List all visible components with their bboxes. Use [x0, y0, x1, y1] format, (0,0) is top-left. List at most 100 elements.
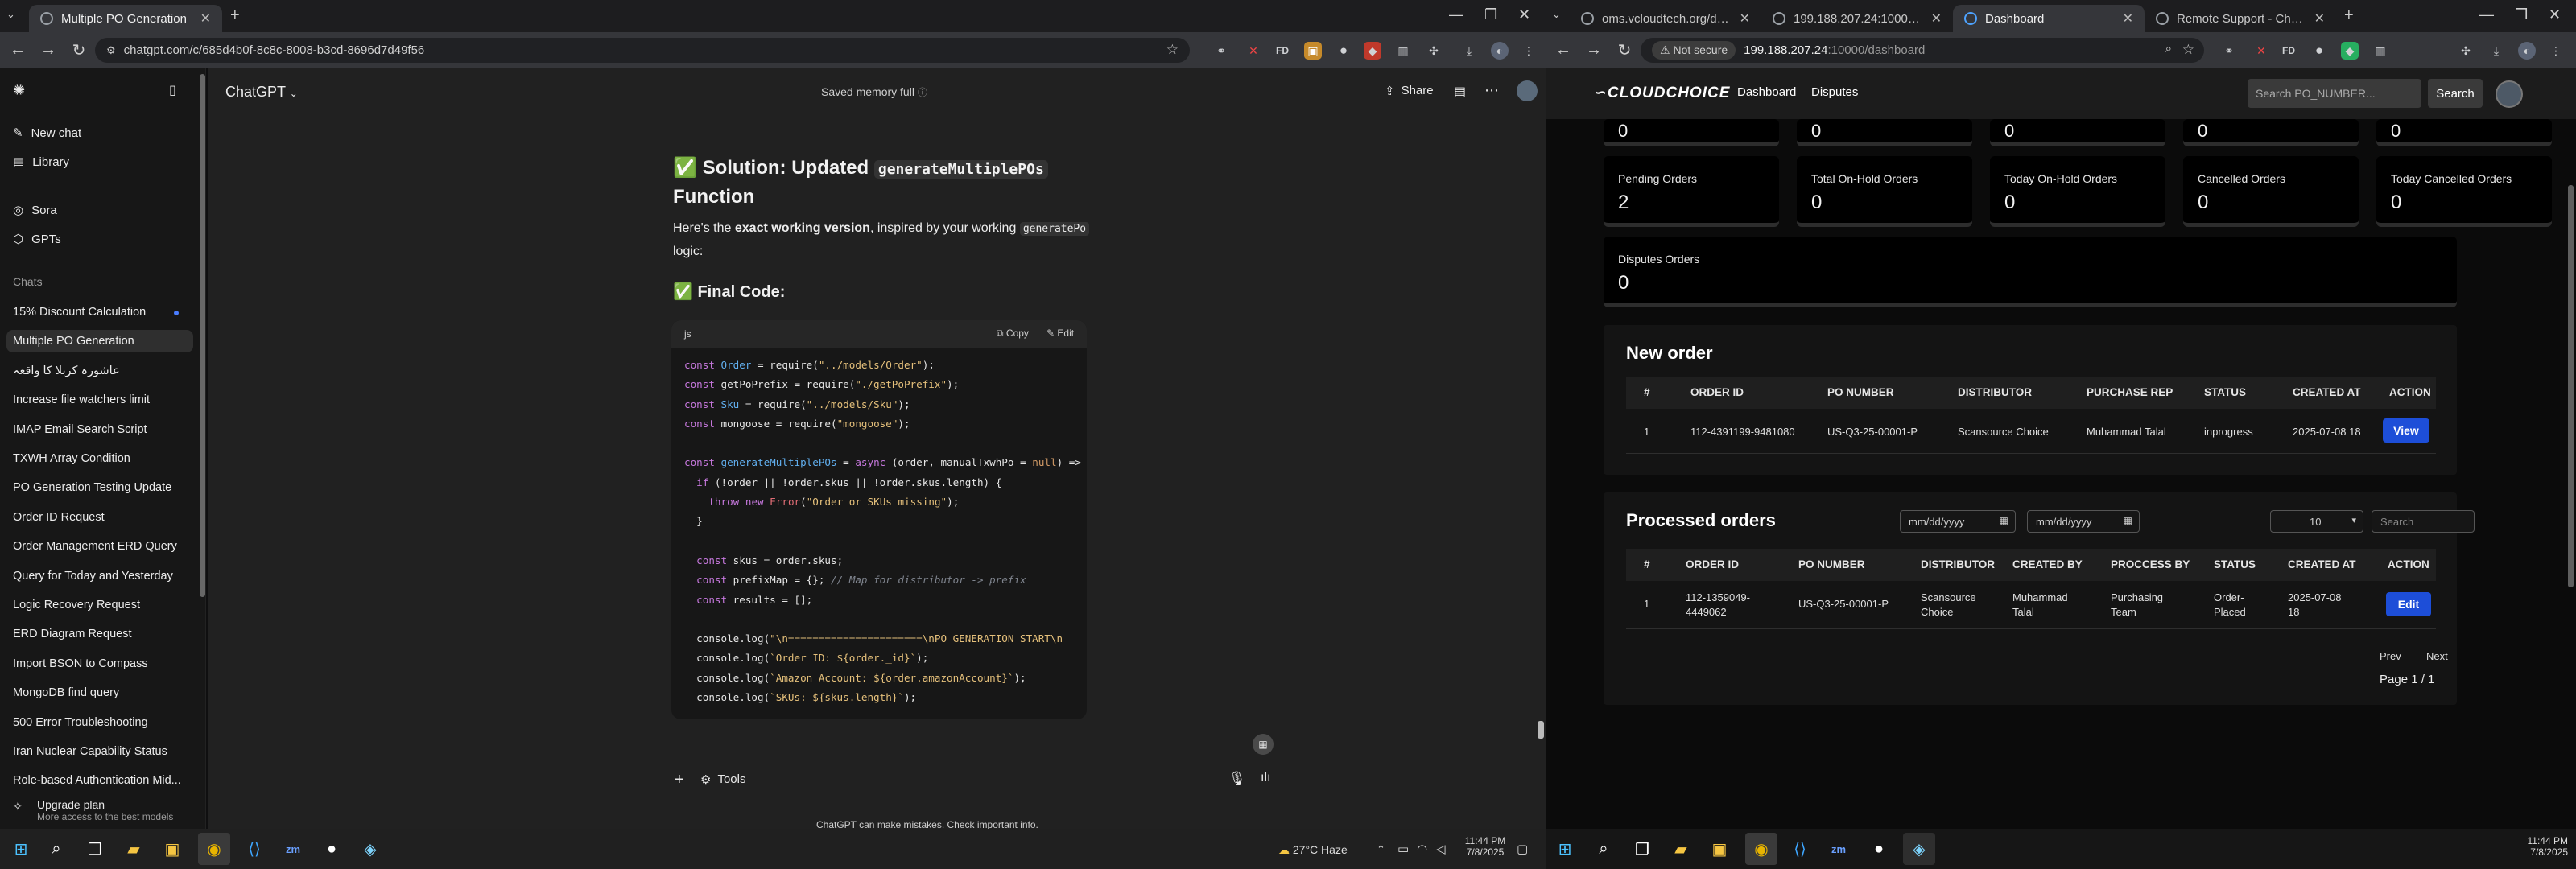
voice-mode-icon[interactable]: ▦	[1253, 734, 1274, 755]
forward-icon[interactable]: →	[1579, 35, 1608, 64]
code-content[interactable]: const Order = require("../models/Order")…	[684, 356, 1081, 707]
tools-button[interactable]: ⚙ Tools	[700, 772, 745, 787]
nav-dashboard[interactable]: Dashboard	[1737, 85, 1796, 99]
canvas-icon[interactable]: ▤	[1454, 84, 1466, 100]
main-scrollbar[interactable]	[1538, 721, 1544, 739]
bookmark-star-icon[interactable]: ☆	[1166, 42, 1179, 58]
extension-icon[interactable]: ▥	[2372, 42, 2389, 60]
close-tab-icon[interactable]: ✕	[1931, 10, 1942, 27]
app-icon[interactable]: ◈	[354, 833, 386, 865]
search-icon[interactable]: ⌕	[40, 833, 72, 865]
chat-list-item[interactable]: PO Generation Testing Update	[13, 481, 171, 494]
close-window-icon[interactable]: ✕	[1518, 6, 1530, 23]
date-to-input[interactable]: mm/dd/yyyy ▦	[2027, 510, 2140, 533]
extension-icon[interactable]: ⚭	[1212, 42, 1230, 60]
notification-icon[interactable]: ▢	[1517, 842, 1528, 856]
extension-icon[interactable]: FD	[2280, 42, 2297, 60]
store-icon[interactable]: ▣	[156, 833, 188, 865]
extension-icon[interactable]: ◆	[1364, 42, 1381, 60]
new-tab-icon[interactable]: +	[2344, 6, 2354, 25]
extension-icon[interactable]: ◆	[2341, 42, 2359, 60]
zoom-app-icon[interactable]: zm	[277, 833, 309, 865]
chat-list-item[interactable]: Role-based Authentication Mid...	[13, 774, 181, 787]
search-icon[interactable]: ⌕	[1587, 833, 1620, 865]
minimize-icon[interactable]: —	[2479, 6, 2494, 23]
extension-icon[interactable]: ✕	[2252, 42, 2270, 60]
processed-search-input[interactable]: Search	[2372, 510, 2475, 533]
volume-icon[interactable]: ◁	[1436, 842, 1446, 856]
page-size-select[interactable]: 10 ▾	[2270, 510, 2363, 533]
file-explorer-icon[interactable]: ▰	[1665, 833, 1697, 865]
zoom-app-icon[interactable]: zm	[1823, 833, 1855, 865]
zoom-icon[interactable]: ⌕	[2165, 42, 2172, 56]
chat-list-item[interactable]: Import BSON to Compass	[13, 657, 148, 670]
reload-icon[interactable]: ↻	[1610, 35, 1639, 64]
chat-list-item[interactable]: 15% Discount Calculation	[13, 306, 179, 319]
model-selector[interactable]: ChatGPT ⌄	[225, 84, 298, 101]
chat-list-item[interactable]: MongoDB find query	[13, 686, 119, 699]
back-icon[interactable]: ←	[1549, 35, 1578, 64]
more-options-icon[interactable]: ⋯	[1484, 82, 1499, 99]
address-bar[interactable]: ⚙ chatgpt.com/c/685d4b0f-8c8c-8008-b3cd-…	[95, 38, 1190, 63]
avatar[interactable]	[1517, 80, 1538, 101]
windows-start-icon[interactable]: ⊞	[1549, 833, 1581, 865]
wifi-icon[interactable]: ◠	[1417, 842, 1427, 856]
profile-icon[interactable]: ◐	[2518, 42, 2536, 60]
extension-icon[interactable]: ▥	[1394, 42, 1412, 60]
nav-disputes[interactable]: Disputes	[1811, 85, 1858, 99]
share-button[interactable]: ⇪ Share	[1385, 84, 1434, 98]
chat-list-item[interactable]: Order Management ERD Query	[13, 540, 177, 553]
extension-icon[interactable]: ●	[2310, 42, 2328, 60]
network-icon[interactable]: ▭	[1397, 842, 1409, 856]
not-secure-badge[interactable]: ⚠ Not secure	[1652, 41, 1736, 60]
bookmark-star-icon[interactable]: ☆	[2182, 42, 2194, 58]
windows-start-icon[interactable]: ⊞	[5, 833, 37, 865]
calendar-icon[interactable]: ▦	[2000, 515, 2008, 526]
upgrade-plan-button[interactable]: ✧ Upgrade plan More access to the best m…	[13, 798, 198, 822]
edit-button[interactable]: Edit	[2386, 592, 2431, 616]
tab-remote-support[interactable]: Remote Support - Chrome Rem... ✕	[2145, 5, 2336, 32]
tab-dashboard[interactable]: Dashboard ✕	[1953, 5, 2145, 32]
vscode-icon[interactable]: ⟨⟩	[1784, 833, 1816, 865]
tab-oms-dashboard[interactable]: oms.vcloudtech.org/dashboard ✕	[1570, 5, 1761, 32]
address-bar[interactable]: ⚠ Not secure 199.188.207.24:10000/dashbo…	[1641, 38, 2204, 63]
copy-button[interactable]: ⧉ Copy	[997, 327, 1029, 340]
reload-icon[interactable]: ↻	[64, 35, 93, 64]
downloads-icon[interactable]: ⤓	[1460, 42, 1478, 60]
close-tab-icon[interactable]: ✕	[200, 10, 211, 27]
clock[interactable]: 11:44 PM 7/8/2025	[2510, 835, 2568, 858]
site-info-icon[interactable]: ⚙	[106, 44, 116, 57]
prev-page-button[interactable]: Prev	[2380, 650, 2401, 662]
dashboard-scrollbar[interactable]	[2568, 185, 2574, 587]
microphone-icon[interactable]: 🎙	[1228, 771, 1246, 787]
file-explorer-icon[interactable]: ▰	[118, 833, 150, 865]
extension-icon[interactable]: ⚭	[2220, 42, 2238, 60]
next-page-button[interactable]: Next	[2426, 650, 2448, 662]
chat-list-item[interactable]: Logic Recovery Request	[13, 599, 140, 612]
extension-icon[interactable]: FD	[1274, 42, 1291, 60]
downloads-icon[interactable]: ⤓	[2487, 42, 2505, 60]
minimize-icon[interactable]: —	[1449, 6, 1463, 23]
maximize-icon[interactable]: ❐	[1484, 6, 1497, 23]
close-window-icon[interactable]: ✕	[2549, 6, 2561, 23]
chat-list-item[interactable]: IMAP Email Search Script	[13, 423, 147, 436]
extension-icon[interactable]: ●	[1335, 42, 1352, 60]
tab-ip-dashboard[interactable]: 199.188.207.24:10000/dashboa... ✕	[1761, 5, 1953, 32]
brand-logo[interactable]: ∽CLOUDCHOICE	[1594, 84, 1730, 102]
app-icon[interactable]: ◈	[1903, 833, 1935, 865]
forward-icon[interactable]: →	[34, 35, 63, 64]
extension-icon[interactable]: ▣	[1304, 42, 1322, 60]
tab-multiple-po[interactable]: Multiple PO Generation ✕	[29, 5, 222, 32]
voice-waveform-icon[interactable]: ılı	[1261, 771, 1270, 785]
extensions-puzzle-icon[interactable]: ✣	[1425, 42, 1443, 60]
edit-button[interactable]: ✎ Edit	[1046, 327, 1074, 339]
search-button[interactable]: Search	[2428, 79, 2483, 108]
app-icon[interactable]: ●	[1863, 833, 1895, 865]
chat-list-item[interactable]: Increase file watchers limit	[13, 393, 150, 406]
close-sidebar-icon[interactable]: ▯	[169, 82, 176, 98]
sidebar-scrollbar[interactable]	[200, 74, 205, 597]
po-search-input[interactable]: Search PO_NUMBER...	[2248, 79, 2421, 108]
chat-list-item[interactable]: ERD Diagram Request	[13, 628, 131, 640]
tab-list-icon[interactable]: ⌄	[6, 8, 15, 21]
task-view-icon[interactable]: ❐	[79, 833, 111, 865]
